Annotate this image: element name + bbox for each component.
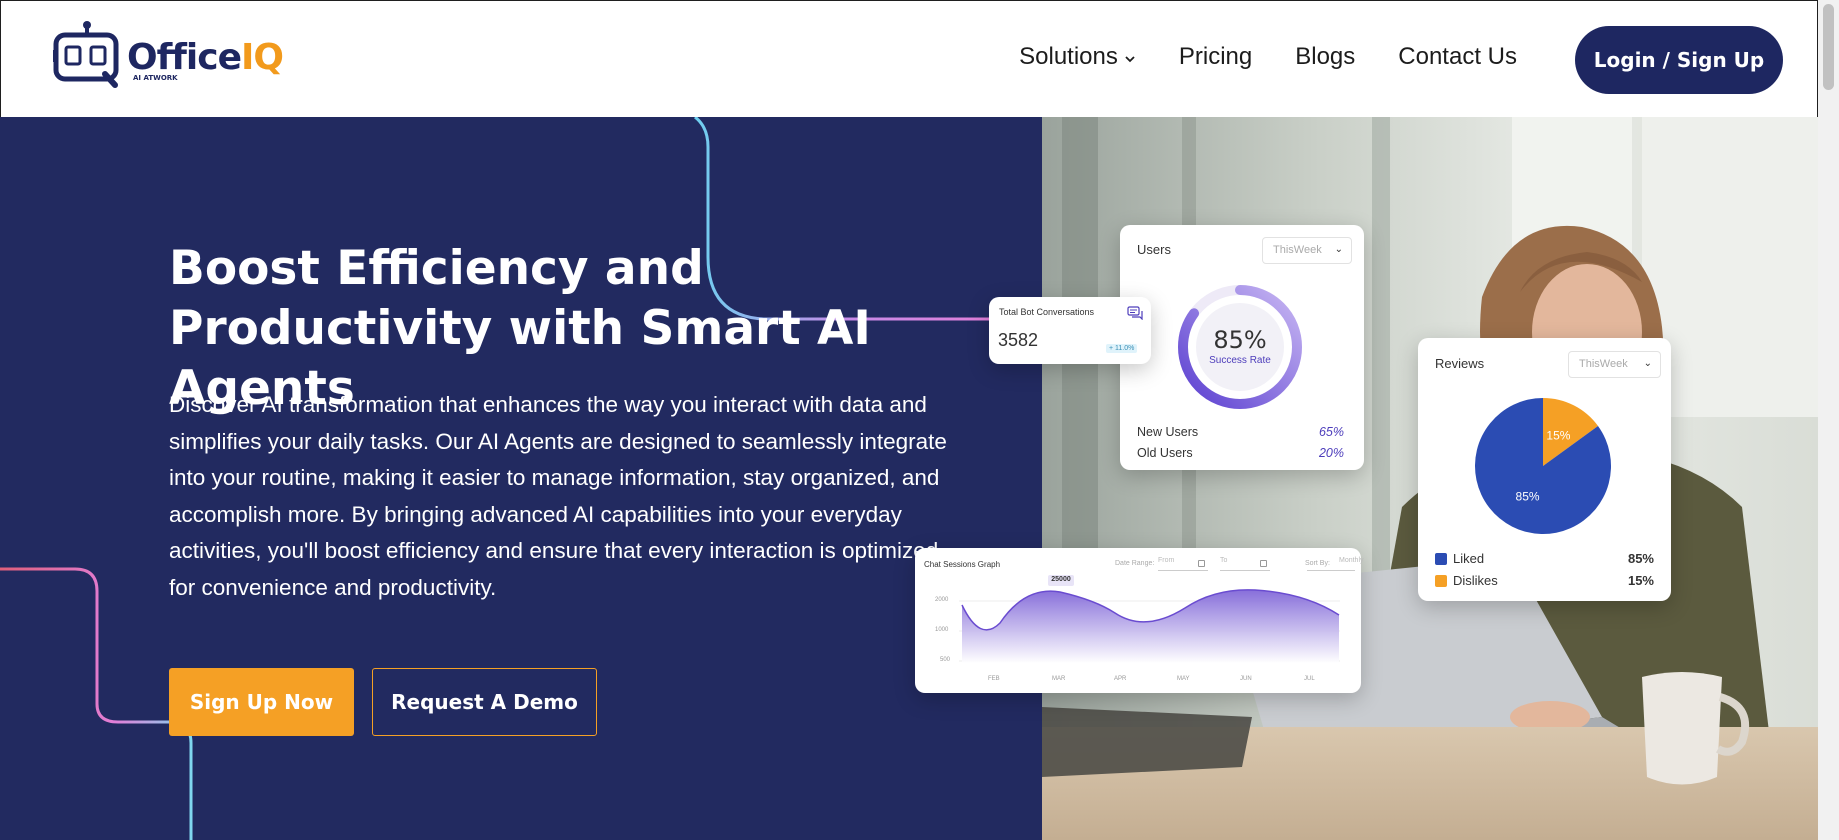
request-demo-button[interactable]: Request A Demo: [372, 668, 597, 736]
logo-tagline: AI ATWORK: [133, 74, 178, 82]
dislikes-value: 15%: [1627, 573, 1654, 588]
x-tick-jun: JUN: [1240, 676, 1252, 682]
login-signup-button[interactable]: Login / Sign Up: [1575, 26, 1783, 94]
old-users-row: Old Users 20%: [1137, 446, 1344, 460]
bot-conversations-title: Total Bot Conversations: [999, 307, 1095, 317]
pie-slice-dislikes-label: 15%: [1546, 429, 1570, 443]
dislikes-swatch: [1435, 574, 1447, 587]
success-rate-label: Success Rate: [1209, 355, 1271, 366]
pie-slice-liked-label: 85%: [1516, 489, 1540, 503]
x-tick-jul: JUL: [1304, 676, 1315, 682]
bot-conversations-card: Total Bot Conversations 3582 + 11.0%: [989, 297, 1151, 364]
new-users-label: New Users: [1137, 425, 1199, 439]
nav-pricing[interactable]: Pricing: [1179, 43, 1252, 71]
nav-solutions[interactable]: Solutions: [1019, 43, 1136, 71]
x-tick-apr: APR: [1114, 676, 1127, 682]
logo-wordmark: OfficeIQ: [127, 37, 284, 78]
users-card-title: Users: [1137, 242, 1171, 257]
liked-swatch: [1435, 552, 1447, 565]
x-tick-mar: MAR: [1052, 676, 1066, 682]
liked-legend-row: Liked 85%: [1435, 551, 1654, 566]
new-users-row: New Users 65%: [1137, 425, 1344, 439]
reviews-period-dropdown[interactable]: ThisWeek ⌄: [1568, 351, 1661, 378]
hero-description: Discover AI transformation that enhances…: [169, 392, 947, 600]
officeiq-logo[interactable]: OfficeIQ AI ATWORK: [53, 19, 293, 89]
logo-brand-main: Office: [127, 37, 242, 78]
nav-links: Solutions Pricing Blogs Contact Us: [1019, 43, 1517, 71]
chevron-down-icon: ⌄: [1334, 244, 1343, 255]
x-tick-feb: FEB: [988, 676, 1000, 682]
peak-value-label: 25000: [1051, 576, 1071, 583]
bot-conversations-value: 3582: [998, 330, 1039, 350]
old-users-label: Old Users: [1137, 446, 1193, 460]
y-tick-1000: 1000: [935, 627, 949, 633]
success-rate-value: 85%: [1213, 326, 1267, 354]
scrollbar-thumb[interactable]: [1823, 4, 1834, 90]
chat-sessions-graph-card: Chat Sessions Graph Date Range: From To …: [915, 548, 1364, 693]
users-card: Users ThisWeek ⌄ 85% Success Rate New Us…: [1120, 225, 1364, 470]
dislikes-label: Dislikes: [1453, 573, 1498, 588]
x-tick-may: MAY: [1177, 676, 1190, 682]
sign-up-now-button[interactable]: Sign Up Now: [169, 668, 354, 736]
dislikes-legend-row: Dislikes 15%: [1435, 573, 1654, 588]
chevron-down-icon: [1124, 51, 1136, 67]
logo-brand-accent: IQ: [241, 37, 284, 78]
reviews-pie-chart: 15% 85%: [1475, 398, 1611, 534]
reviews-period-value: ThisWeek: [1579, 358, 1628, 370]
y-tick-500: 500: [940, 657, 951, 663]
bot-growth-badge: + 11.0%: [1106, 344, 1138, 353]
page-scrollbar[interactable]: [1818, 0, 1839, 840]
top-navbar: OfficeIQ AI ATWORK Solutions Pricing Blo…: [0, 0, 1818, 117]
reviews-card: Reviews ThisWeek ⌄ 15% 85% Liked 85% Disl…: [1418, 338, 1671, 601]
reviews-card-title: Reviews: [1435, 356, 1485, 371]
users-period-value: ThisWeek: [1273, 244, 1322, 256]
users-period-dropdown[interactable]: ThisWeek ⌄: [1262, 237, 1352, 264]
new-users-value: 65%: [1318, 425, 1344, 439]
liked-label: Liked: [1453, 551, 1485, 566]
y-tick-2000: 2000: [935, 597, 949, 603]
hero-section: Boost Efficiency and Productivity with S…: [0, 117, 1818, 840]
chat-sessions-area-chart: [959, 575, 1340, 663]
chevron-down-icon: ⌄: [1643, 358, 1652, 369]
chat-bubble-icon: [1127, 306, 1143, 320]
nav-blogs[interactable]: Blogs: [1295, 43, 1355, 71]
nav-contact-us[interactable]: Contact Us: [1398, 43, 1517, 71]
liked-value: 85%: [1627, 551, 1654, 566]
old-users-value: 20%: [1318, 446, 1344, 460]
nav-solutions-label: Solutions: [1019, 43, 1118, 70]
robot-logo-icon: [53, 21, 119, 88]
